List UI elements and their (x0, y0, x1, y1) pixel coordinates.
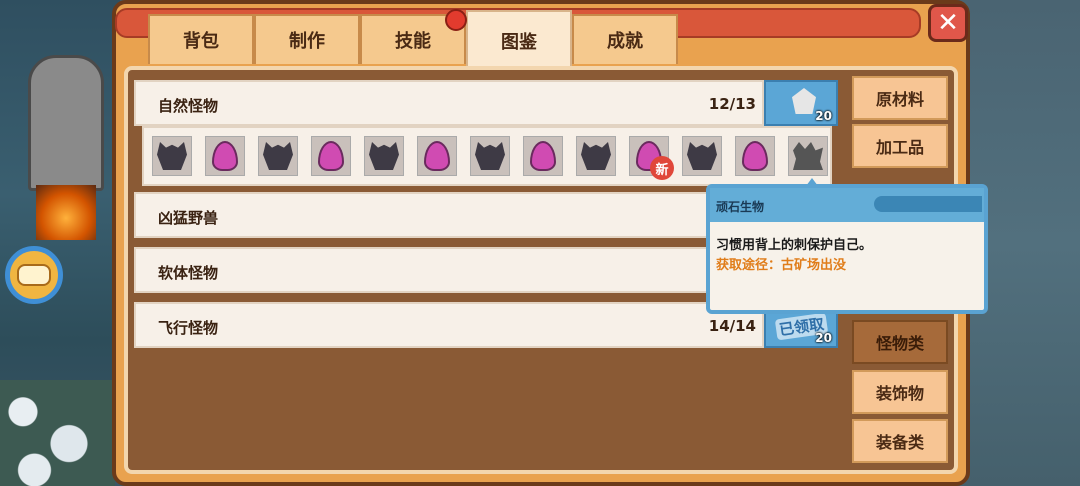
stone-tower (28, 55, 104, 191)
pink-slime-icon (318, 141, 344, 171)
category-name: 飞行怪物 (158, 319, 219, 337)
tab-achievements[interactable]: 成就 (572, 14, 678, 64)
category-name: 软体怪物 (158, 264, 219, 282)
category-name: 自然怪物 (158, 97, 219, 115)
tab-crafting[interactable]: 制作 (254, 14, 360, 64)
monster-list (142, 126, 832, 186)
category-flying-monsters[interactable]: 飞行怪物 14/14 (134, 302, 764, 348)
monster-slot-rock-golem[interactable] (470, 136, 510, 176)
notification-dot (445, 9, 467, 31)
tooltip-header-bar (874, 196, 982, 212)
monster-slot-rock-golem[interactable] (576, 136, 616, 176)
rock-golem-icon (687, 142, 717, 170)
category-count: 14/14 (708, 317, 756, 335)
close-button[interactable]: ✕ (928, 4, 968, 42)
rock-golem-icon (369, 142, 399, 170)
sidebar-raw-materials[interactable]: 原材料 (852, 76, 948, 120)
pink-slime-icon (212, 141, 238, 171)
tooltip-title: 顽石生物 (716, 200, 765, 214)
rock-golem-icon (475, 142, 505, 170)
tooltip-description: 习惯用背上的刺保护自己。 (716, 238, 873, 253)
new-badge: 新 (650, 156, 674, 180)
reward-box[interactable]: 20 (764, 80, 838, 126)
pink-slime-icon (742, 141, 768, 171)
reward-amount: 20 (815, 331, 832, 345)
sidebar-equipment[interactable]: 装备类 (852, 419, 948, 463)
stone-icon (792, 88, 816, 114)
tooltip-source: 获取途径：古矿场出没 (716, 258, 847, 273)
reward-amount: 20 (815, 109, 832, 123)
rock-golem-icon (157, 142, 187, 170)
category-natural-monsters[interactable]: 自然怪物 12/13 (134, 80, 764, 126)
pink-slime-icon (424, 141, 450, 171)
monster-slot-rock-golem[interactable] (682, 136, 722, 176)
snowy-bushes (0, 380, 115, 486)
monster-slot-pink-slime[interactable] (311, 136, 351, 176)
tab-backpack[interactable]: 背包 (148, 14, 254, 64)
monster-slot-pink-slime[interactable] (523, 136, 563, 176)
tab-encyclopedia[interactable]: 图鉴 (466, 10, 572, 70)
monster-slot-unknown[interactable] (788, 136, 828, 176)
sidebar-monsters[interactable]: 怪物类 (852, 320, 948, 364)
category-soft-monsters[interactable]: 软体怪物 (134, 247, 764, 293)
category-name: 凶猛野兽 (158, 209, 219, 227)
gamepad-button[interactable] (5, 246, 63, 304)
pink-slime-icon (530, 141, 556, 171)
sidebar-decorations[interactable]: 装饰物 (852, 370, 948, 414)
monster-slot-pink-slime[interactable] (417, 136, 457, 176)
monster-slot-pink-slime[interactable] (205, 136, 245, 176)
rock-golem-icon (263, 142, 293, 170)
furnace-fire (36, 185, 96, 240)
category-count: 12/13 (708, 95, 756, 113)
monster-slot-rock-golem[interactable] (364, 136, 404, 176)
gamepad-icon (17, 264, 51, 286)
monster-slot-pink-slime[interactable] (735, 136, 775, 176)
sidebar-processed-goods[interactable]: 加工品 (852, 124, 948, 168)
tooltip-header: 顽石生物 (710, 188, 984, 222)
monster-slot-rock-golem[interactable] (152, 136, 192, 176)
tab-bar: 背包 制作 技能 图鉴 成就 (148, 10, 678, 70)
tooltip-arrow (806, 178, 818, 186)
rock-golem-icon (581, 142, 611, 170)
unknown-shadow-icon (793, 142, 823, 170)
category-fierce-beasts[interactable]: 凶猛野兽 (134, 192, 764, 238)
monster-slot-rock-golem[interactable] (258, 136, 298, 176)
monster-tooltip: 顽石生物 习惯用背上的刺保护自己。 获取途径：古矿场出没 (706, 178, 988, 314)
